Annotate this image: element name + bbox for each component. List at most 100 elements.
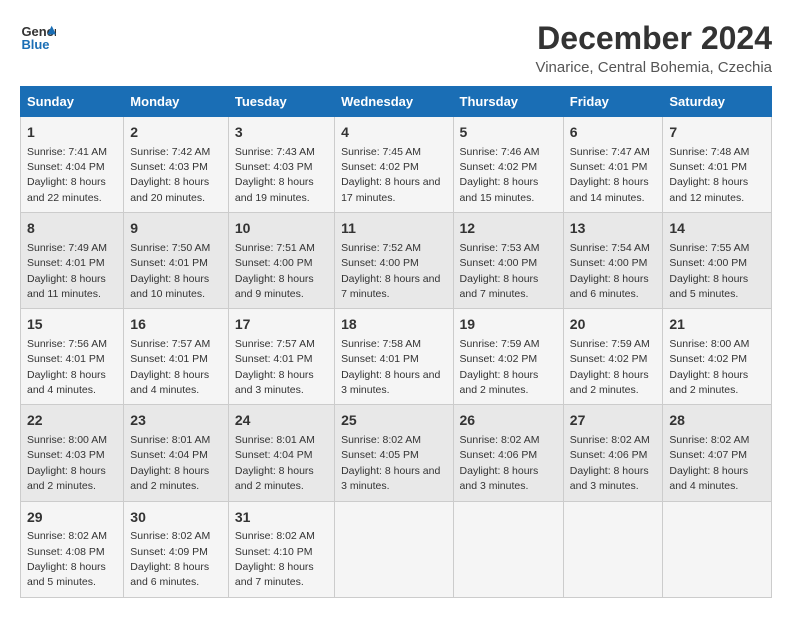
sunrise-text: Sunrise: 7:55 AM <box>669 242 749 254</box>
sunset-text: Sunset: 4:09 PM <box>130 546 208 558</box>
sunset-text: Sunset: 4:03 PM <box>130 161 208 173</box>
calendar-cell: 26 Sunrise: 8:02 AM Sunset: 4:06 PM Dayl… <box>453 405 563 501</box>
day-number: 30 <box>130 508 222 528</box>
sunrise-text: Sunrise: 8:00 AM <box>27 434 107 446</box>
sunset-text: Sunset: 4:06 PM <box>570 449 648 461</box>
daylight-text: Daylight: 8 hours and 6 minutes. <box>130 561 209 588</box>
daylight-text: Daylight: 8 hours and 3 minutes. <box>460 465 539 492</box>
day-number: 28 <box>669 411 765 431</box>
day-number: 6 <box>570 123 657 143</box>
page-subtitle: Vinarice, Central Bohemia, Czechia <box>535 59 772 76</box>
sunrise-text: Sunrise: 7:49 AM <box>27 242 107 254</box>
sunset-text: Sunset: 4:01 PM <box>235 353 313 365</box>
sunset-text: Sunset: 4:06 PM <box>460 449 538 461</box>
sunrise-text: Sunrise: 7:41 AM <box>27 146 107 158</box>
daylight-text: Daylight: 8 hours and 3 minutes. <box>570 465 649 492</box>
sunrise-text: Sunrise: 7:56 AM <box>27 338 107 350</box>
daylight-text: Daylight: 8 hours and 2 minutes. <box>27 465 106 492</box>
daylight-text: Daylight: 8 hours and 20 minutes. <box>130 176 209 203</box>
day-number: 22 <box>27 411 117 431</box>
sunset-text: Sunset: 4:00 PM <box>669 257 747 269</box>
day-number: 11 <box>341 219 446 239</box>
sunrise-text: Sunrise: 7:43 AM <box>235 146 315 158</box>
sunrise-text: Sunrise: 7:52 AM <box>341 242 421 254</box>
sunset-text: Sunset: 4:04 PM <box>130 449 208 461</box>
day-number: 8 <box>27 219 117 239</box>
calendar-cell <box>663 501 772 597</box>
sunrise-text: Sunrise: 8:02 AM <box>130 530 210 542</box>
sunset-text: Sunset: 4:00 PM <box>570 257 648 269</box>
daylight-text: Daylight: 8 hours and 5 minutes. <box>27 561 106 588</box>
daylight-text: Daylight: 8 hours and 17 minutes. <box>341 176 440 203</box>
sunrise-text: Sunrise: 7:51 AM <box>235 242 315 254</box>
sunrise-text: Sunrise: 7:57 AM <box>130 338 210 350</box>
daylight-text: Daylight: 8 hours and 10 minutes. <box>130 273 209 300</box>
column-header-thursday: Thursday <box>453 87 563 117</box>
day-number: 19 <box>460 315 557 335</box>
sunset-text: Sunset: 4:02 PM <box>460 161 538 173</box>
calendar-cell: 15 Sunrise: 7:56 AM Sunset: 4:01 PM Dayl… <box>21 309 124 405</box>
day-number: 18 <box>341 315 446 335</box>
page-title: December 2024 <box>535 20 772 57</box>
sunset-text: Sunset: 4:03 PM <box>235 161 313 173</box>
daylight-text: Daylight: 8 hours and 14 minutes. <box>570 176 649 203</box>
daylight-text: Daylight: 8 hours and 3 minutes. <box>341 369 440 396</box>
daylight-text: Daylight: 8 hours and 11 minutes. <box>27 273 106 300</box>
sunset-text: Sunset: 4:02 PM <box>570 353 648 365</box>
calendar-cell: 28 Sunrise: 8:02 AM Sunset: 4:07 PM Dayl… <box>663 405 772 501</box>
calendar-cell: 17 Sunrise: 7:57 AM Sunset: 4:01 PM Dayl… <box>228 309 334 405</box>
sunrise-text: Sunrise: 8:02 AM <box>235 530 315 542</box>
calendar-cell: 19 Sunrise: 7:59 AM Sunset: 4:02 PM Dayl… <box>453 309 563 405</box>
column-header-friday: Friday <box>563 87 663 117</box>
calendar-cell: 11 Sunrise: 7:52 AM Sunset: 4:00 PM Dayl… <box>335 213 453 309</box>
column-header-tuesday: Tuesday <box>228 87 334 117</box>
daylight-text: Daylight: 8 hours and 12 minutes. <box>669 176 748 203</box>
calendar-cell: 2 Sunrise: 7:42 AM Sunset: 4:03 PM Dayli… <box>124 117 229 213</box>
sunset-text: Sunset: 4:02 PM <box>460 353 538 365</box>
calendar-cell: 18 Sunrise: 7:58 AM Sunset: 4:01 PM Dayl… <box>335 309 453 405</box>
day-number: 15 <box>27 315 117 335</box>
daylight-text: Daylight: 8 hours and 4 minutes. <box>27 369 106 396</box>
column-header-saturday: Saturday <box>663 87 772 117</box>
calendar-cell: 10 Sunrise: 7:51 AM Sunset: 4:00 PM Dayl… <box>228 213 334 309</box>
calendar-week-row: 8 Sunrise: 7:49 AM Sunset: 4:01 PM Dayli… <box>21 213 772 309</box>
title-area: December 2024 Vinarice, Central Bohemia,… <box>535 20 772 76</box>
calendar-week-row: 1 Sunrise: 7:41 AM Sunset: 4:04 PM Dayli… <box>21 117 772 213</box>
sunrise-text: Sunrise: 7:47 AM <box>570 146 650 158</box>
calendar-cell: 21 Sunrise: 8:00 AM Sunset: 4:02 PM Dayl… <box>663 309 772 405</box>
calendar-cell <box>453 501 563 597</box>
day-number: 14 <box>669 219 765 239</box>
sunrise-text: Sunrise: 7:50 AM <box>130 242 210 254</box>
calendar-header-row: SundayMondayTuesdayWednesdayThursdayFrid… <box>21 87 772 117</box>
day-number: 31 <box>235 508 328 528</box>
calendar-cell: 23 Sunrise: 8:01 AM Sunset: 4:04 PM Dayl… <box>124 405 229 501</box>
sunrise-text: Sunrise: 7:53 AM <box>460 242 540 254</box>
sunrise-text: Sunrise: 7:59 AM <box>460 338 540 350</box>
daylight-text: Daylight: 8 hours and 2 minutes. <box>669 369 748 396</box>
daylight-text: Daylight: 8 hours and 7 minutes. <box>341 273 440 300</box>
day-number: 24 <box>235 411 328 431</box>
daylight-text: Daylight: 8 hours and 2 minutes. <box>460 369 539 396</box>
daylight-text: Daylight: 8 hours and 3 minutes. <box>341 465 440 492</box>
sunrise-text: Sunrise: 8:02 AM <box>669 434 749 446</box>
calendar-cell: 25 Sunrise: 8:02 AM Sunset: 4:05 PM Dayl… <box>335 405 453 501</box>
sunrise-text: Sunrise: 7:45 AM <box>341 146 421 158</box>
sunrise-text: Sunrise: 8:00 AM <box>669 338 749 350</box>
sunset-text: Sunset: 4:05 PM <box>341 449 419 461</box>
calendar-cell: 3 Sunrise: 7:43 AM Sunset: 4:03 PM Dayli… <box>228 117 334 213</box>
sunset-text: Sunset: 4:01 PM <box>130 257 208 269</box>
daylight-text: Daylight: 8 hours and 22 minutes. <box>27 176 106 203</box>
sunrise-text: Sunrise: 7:59 AM <box>570 338 650 350</box>
sunset-text: Sunset: 4:04 PM <box>27 161 105 173</box>
sunset-text: Sunset: 4:03 PM <box>27 449 105 461</box>
day-number: 13 <box>570 219 657 239</box>
daylight-text: Daylight: 8 hours and 5 minutes. <box>669 273 748 300</box>
calendar-cell: 8 Sunrise: 7:49 AM Sunset: 4:01 PM Dayli… <box>21 213 124 309</box>
sunrise-text: Sunrise: 8:01 AM <box>235 434 315 446</box>
day-number: 21 <box>669 315 765 335</box>
daylight-text: Daylight: 8 hours and 7 minutes. <box>460 273 539 300</box>
column-header-monday: Monday <box>124 87 229 117</box>
sunset-text: Sunset: 4:02 PM <box>669 353 747 365</box>
logo: General Blue General Blue <box>20 20 56 56</box>
day-number: 9 <box>130 219 222 239</box>
